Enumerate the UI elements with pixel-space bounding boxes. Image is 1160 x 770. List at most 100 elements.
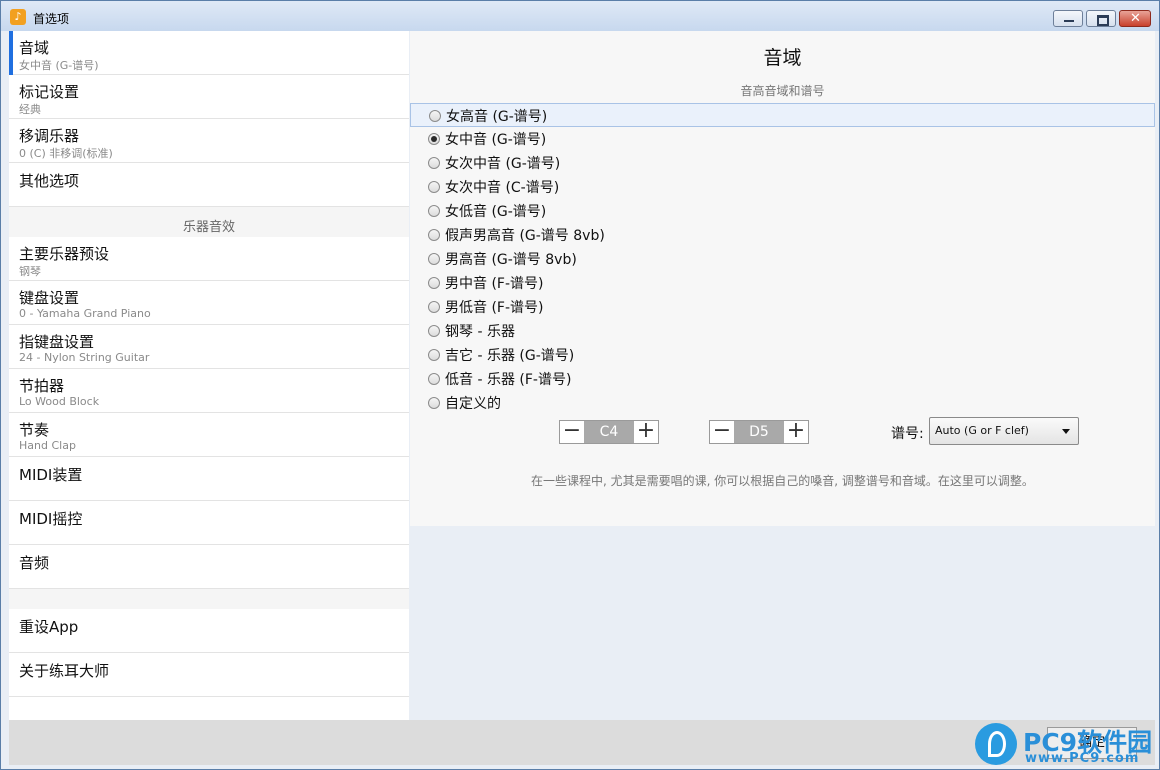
sidebar-item-label: 其他选项 bbox=[19, 172, 80, 190]
plus-icon[interactable]: + bbox=[634, 420, 658, 443]
sidebar-item-reset-app[interactable]: 重设App bbox=[9, 609, 409, 653]
sidebar-item-rhythm[interactable]: 节奏 Hand Clap bbox=[9, 413, 409, 457]
voice-option-label: 吉它 - 乐器 (G-谱号) bbox=[445, 348, 575, 364]
radio-icon[interactable] bbox=[428, 397, 440, 409]
voice-option[interactable]: 男高音 (G-谱号 8vb) bbox=[410, 247, 1155, 271]
sidebar-item-label: 关于练耳大师 bbox=[19, 662, 110, 680]
sidebar-item-main-instrument[interactable]: 主要乐器预设 钢琴 bbox=[9, 237, 409, 281]
sidebar-item-keyboard[interactable]: 键盘设置 0 - Yamaha Grand Piano bbox=[9, 281, 409, 325]
sidebar: 音域 女中音 (G-谱号) 标记设置 经典 移调乐器 0 (C) 非移调(标准)… bbox=[9, 31, 409, 720]
radio-icon[interactable] bbox=[428, 205, 440, 217]
sidebar-item-label: 指键盘设置 bbox=[19, 333, 95, 351]
radio-icon[interactable] bbox=[428, 277, 440, 289]
voice-option-label: 自定义的 bbox=[445, 396, 501, 412]
minimize-icon bbox=[1064, 20, 1074, 22]
radio-icon[interactable] bbox=[428, 325, 440, 337]
radio-icon[interactable] bbox=[428, 373, 440, 385]
sidebar-item-label: 音域 bbox=[19, 39, 50, 57]
voice-option[interactable]: 女低音 (G-谱号) bbox=[410, 199, 1155, 223]
sidebar-item-label: 键盘设置 bbox=[19, 289, 80, 307]
sidebar-item-label: MIDI摇控 bbox=[19, 510, 83, 528]
voice-option[interactable]: 女次中音 (C-谱号) bbox=[410, 175, 1155, 199]
voice-option-label: 钢琴 - 乐器 bbox=[445, 324, 515, 340]
clef-label: 谱号: bbox=[891, 426, 924, 442]
help-text: 在一些课程中, 尤其是需要唱的课, 你可以根据自己的嗓音, 调整谱号和音域。在这… bbox=[531, 474, 1034, 488]
sidebar-item-value: Lo Wood Block bbox=[19, 395, 100, 408]
range-settings-panel: 音域 音高音域和谱号 女高音 (G-谱号) 女中音 (G-谱号) 女次中音 (G… bbox=[410, 31, 1155, 526]
voice-option-label: 男低音 (F-谱号) bbox=[445, 300, 544, 316]
voice-option[interactable]: 男中音 (F-谱号) bbox=[410, 271, 1155, 295]
radio-icon[interactable] bbox=[429, 110, 441, 122]
sidebar-item-label: 移调乐器 bbox=[19, 127, 80, 145]
voice-option-label: 男中音 (F-谱号) bbox=[445, 276, 544, 292]
sidebar-item-value: 24 - Nylon String Guitar bbox=[19, 351, 150, 364]
maximize-button[interactable] bbox=[1086, 10, 1116, 27]
sidebar-item-value: Hand Clap bbox=[19, 439, 76, 452]
voice-option[interactable]: 钢琴 - 乐器 bbox=[410, 319, 1155, 343]
plus-icon[interactable]: + bbox=[784, 420, 808, 443]
sidebar-item-about[interactable]: 关于练耳大师 bbox=[9, 653, 409, 697]
watermark-url: www.PC9.com bbox=[1025, 751, 1140, 766]
high-note-value: D5 bbox=[734, 421, 784, 443]
voice-option-label: 女次中音 (C-谱号) bbox=[445, 180, 560, 196]
maximize-icon bbox=[1097, 15, 1109, 26]
app-icon: ♪ bbox=[10, 9, 26, 25]
voice-option-label: 女高音 (G-谱号) bbox=[446, 109, 548, 125]
minus-icon[interactable]: − bbox=[710, 420, 734, 443]
clef-dropdown[interactable]: Auto (G or F clef) bbox=[929, 417, 1079, 445]
minimize-button[interactable] bbox=[1053, 10, 1083, 27]
sidebar-item-notation[interactable]: 标记设置 经典 bbox=[9, 75, 409, 119]
preferences-window: ♪ 首选项 ✕ 音域 女中音 (G-谱号) 标记设置 经典 移调乐器 0 (C)… bbox=[0, 0, 1160, 770]
sidebar-item-value: 0 - Yamaha Grand Piano bbox=[19, 307, 151, 320]
voice-option[interactable]: 女次中音 (G-谱号) bbox=[410, 151, 1155, 175]
radio-icon[interactable] bbox=[428, 157, 440, 169]
sidebar-item-value: 女中音 (G-谱号) bbox=[19, 59, 99, 72]
page-title: 音域 bbox=[763, 47, 802, 69]
voice-option-label: 男高音 (G-谱号 8vb) bbox=[445, 252, 577, 268]
minus-icon[interactable]: − bbox=[560, 420, 584, 443]
sidebar-item-metronome[interactable]: 节拍器 Lo Wood Block bbox=[9, 369, 409, 413]
sidebar-item-audio[interactable]: 音频 bbox=[9, 545, 409, 589]
sidebar-item-fingerboard[interactable]: 指键盘设置 24 - Nylon String Guitar bbox=[9, 325, 409, 369]
radio-selected-icon[interactable] bbox=[428, 133, 440, 145]
voice-option[interactable]: 女高音 (G-谱号) bbox=[410, 103, 1155, 127]
sidebar-item-label: 节奏 bbox=[19, 421, 50, 439]
voice-option-label: 女中音 (G-谱号) bbox=[445, 132, 547, 148]
title-bar[interactable]: ♪ 首选项 ✕ bbox=[1, 1, 1159, 31]
clef-dropdown-value: Auto (G or F clef) bbox=[935, 424, 1029, 437]
high-note-stepper: − D5 + bbox=[709, 420, 809, 444]
watermark: PC9软件园 www.PC9.com bbox=[975, 721, 1159, 769]
low-note-value: C4 bbox=[584, 421, 634, 443]
section-subtitle: 音高音域和谱号 bbox=[740, 84, 825, 98]
voice-option-label: 假声男高音 (G-谱号 8vb) bbox=[445, 228, 605, 244]
active-indicator bbox=[9, 31, 13, 75]
close-icon: ✕ bbox=[1130, 11, 1141, 26]
sidebar-item-label: 节拍器 bbox=[19, 377, 65, 395]
sidebar-item-range[interactable]: 音域 女中音 (G-谱号) bbox=[9, 31, 409, 75]
sidebar-item-value: 钢琴 bbox=[19, 265, 41, 278]
window-title: 首选项 bbox=[33, 12, 70, 26]
voice-option[interactable]: 假声男高音 (G-谱号 8vb) bbox=[410, 223, 1155, 247]
sidebar-item-midi-device[interactable]: MIDI装置 bbox=[9, 457, 409, 501]
radio-icon[interactable] bbox=[428, 229, 440, 241]
voice-option[interactable]: 自定义的 bbox=[410, 391, 1155, 415]
voice-option[interactable]: 低音 - 乐器 (F-谱号) bbox=[410, 367, 1155, 391]
voice-option[interactable]: 女中音 (G-谱号) bbox=[410, 127, 1155, 151]
close-button[interactable]: ✕ bbox=[1119, 10, 1151, 27]
radio-icon[interactable] bbox=[428, 181, 440, 193]
radio-icon[interactable] bbox=[428, 253, 440, 265]
dropdown-arrow-icon bbox=[1062, 429, 1070, 434]
sidebar-item-label: 标记设置 bbox=[19, 83, 80, 101]
sidebar-item-midi-remote[interactable]: MIDI摇控 bbox=[9, 501, 409, 545]
voice-option[interactable]: 男低音 (F-谱号) bbox=[410, 295, 1155, 319]
sidebar-item-label: 重设App bbox=[19, 618, 79, 636]
sidebar-item-value: 经典 bbox=[19, 103, 41, 116]
radio-icon[interactable] bbox=[428, 349, 440, 361]
sidebar-item-value: 0 (C) 非移调(标准) bbox=[19, 147, 113, 160]
radio-icon[interactable] bbox=[428, 301, 440, 313]
sidebar-item-label: 主要乐器预设 bbox=[19, 245, 110, 263]
low-note-stepper: − C4 + bbox=[559, 420, 659, 444]
voice-option[interactable]: 吉它 - 乐器 (G-谱号) bbox=[410, 343, 1155, 367]
sidebar-item-other[interactable]: 其他选项 bbox=[9, 163, 409, 207]
sidebar-item-transposing[interactable]: 移调乐器 0 (C) 非移调(标准) bbox=[9, 119, 409, 163]
